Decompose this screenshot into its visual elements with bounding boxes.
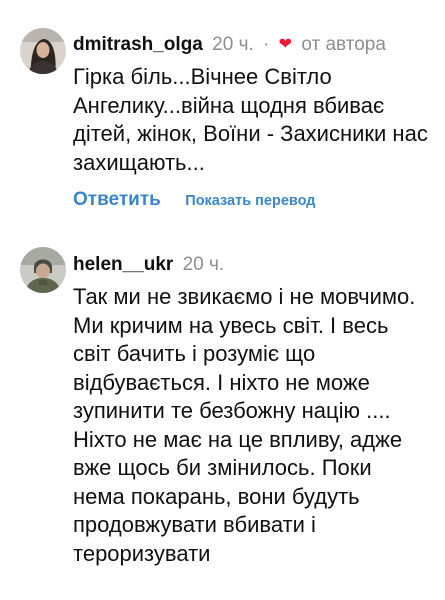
avatar-image [20,28,66,74]
username[interactable]: helen__ukr [73,254,173,275]
avatar[interactable] [20,28,66,74]
show-translation-button[interactable]: Показать перевод [185,193,315,209]
username[interactable]: dmitrash_olga [73,34,203,55]
avatar-image [20,247,66,293]
comment-text: Так ми не звикаємо і не мовчимо. Ми крич… [73,284,416,566]
timestamp: 20 ч. [182,254,225,275]
comment-text: Гірка біль...Вічнее Світло Ангелику...ві… [73,64,428,175]
author-badge: от автора [301,34,386,55]
comment-meta: helen__ukr 20 ч. [73,253,435,277]
timestamp: 20 ч. [212,34,254,55]
heart-icon: ❤ [278,36,293,53]
comment-meta: dmitrash_olga 20 ч. · ❤ от автора [73,33,435,57]
separator-dot: · [263,34,270,55]
reply-button[interactable]: Ответить [73,189,161,210]
comment-actions: Ответить Показать перевод [73,189,435,211]
avatar[interactable] [20,247,66,293]
comment-content: dmitrash_olga 20 ч. · ❤ от автора Гірка … [73,33,435,211]
comment-content: helen__ukr 20 ч. Так ми не звикаємо і не… [73,253,435,568]
